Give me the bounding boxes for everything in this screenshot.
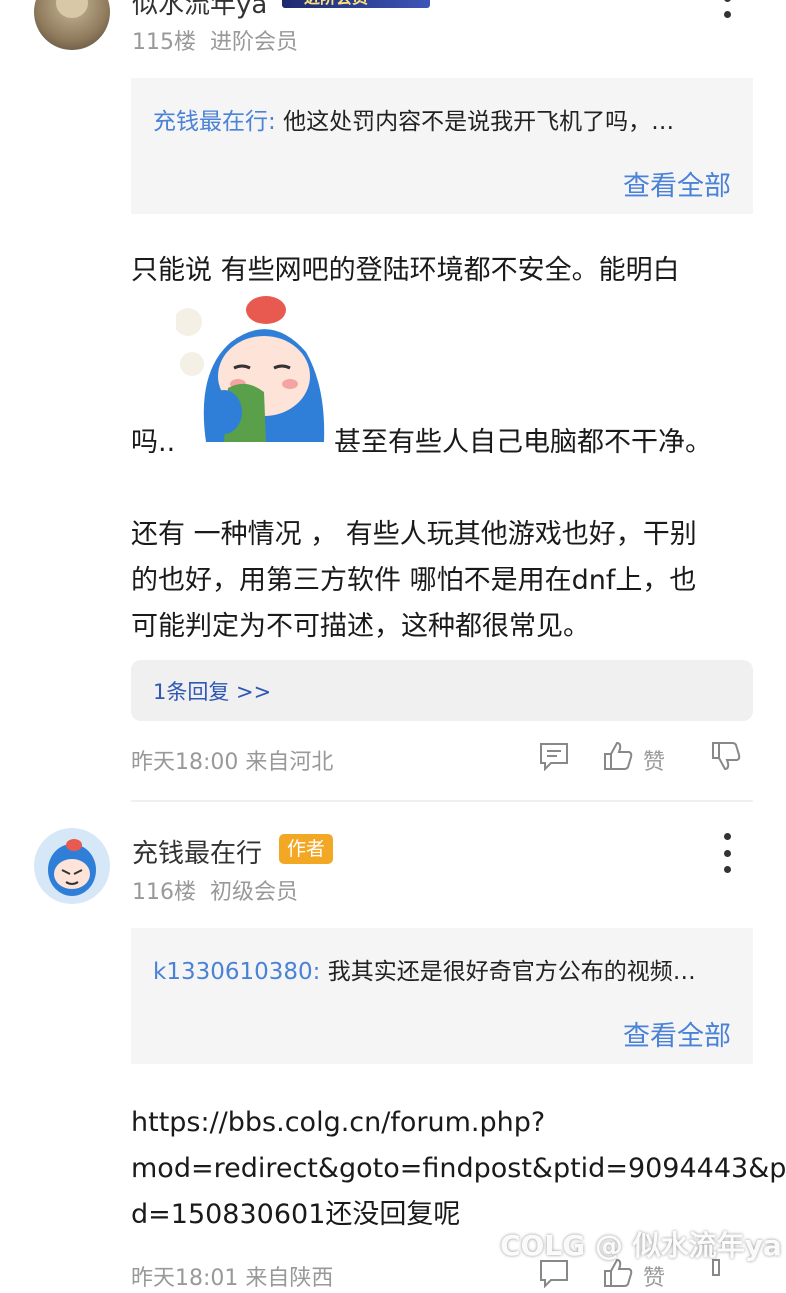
post-text-line: 甚至有些人自己电脑都不干净。 — [334, 427, 712, 458]
post-time-location: 昨天18:01 来自陕西 — [131, 1266, 334, 1291]
like-label[interactable]: 赞 — [643, 744, 665, 776]
quote-text: 他这处罚内容不是说我开飞机了吗，… — [283, 109, 675, 135]
more-options-icon[interactable] — [717, 0, 737, 18]
quote-text: 我其实还是很好奇官方公布的视频… — [327, 959, 696, 985]
quoted-reply[interactable]: k1330610380: 我其实还是很好奇官方公布的视频… 查看全部 — [131, 928, 753, 1064]
avatar[interactable] — [34, 0, 110, 50]
post-text-line[interactable]: https://bbs.colg.cn/forum.php? — [131, 1100, 771, 1146]
quote-username[interactable]: k1330610380: — [153, 959, 320, 985]
floor-number: 115楼 — [132, 30, 196, 55]
post-divider — [131, 800, 753, 802]
post-text-line: 吗.. — [131, 427, 176, 458]
quote-username[interactable]: 充钱最在行: — [153, 109, 276, 135]
more-options-icon[interactable] — [717, 833, 737, 873]
post-text-line: 的也好，用第三方软件 哪怕不是用在dnf上，也 — [131, 565, 697, 596]
username[interactable]: 充钱最在行 — [132, 833, 262, 870]
quote-line: 充钱最在行: 他这处罚内容不是说我开飞机了吗，… — [153, 102, 727, 136]
view-all-link[interactable]: 查看全部 — [623, 164, 731, 203]
comment-icon[interactable] — [538, 741, 570, 775]
like-label[interactable]: 赞 — [643, 1260, 665, 1292]
thumbs-up-icon[interactable] — [602, 740, 634, 776]
post-time-location: 昨天18:00 来自河北 — [131, 750, 334, 775]
watermark: COLG @ 似水流年ya — [500, 1229, 782, 1262]
quoted-reply[interactable]: 充钱最在行: 他这处罚内容不是说我开飞机了吗，… 查看全部 — [131, 78, 753, 214]
author-badge: 作者 — [279, 834, 334, 864]
post-text-line: 只能说 有些网吧的登陆环境都不安全。能明白 — [131, 255, 680, 286]
avatar[interactable] — [34, 828, 110, 904]
post-text-line: 还有 一种情况 ， 有些人玩其他游戏也好，干别 — [131, 519, 697, 550]
post-text-line: 可能判定为不可描述，这种都很常见。 — [131, 611, 590, 642]
floor-number: 116楼 — [132, 880, 196, 905]
post-content: https://bbs.colg.cn/forum.php? mod=redir… — [131, 1100, 786, 1238]
view-all-link[interactable]: 查看全部 — [623, 1014, 731, 1053]
floor-level: 115楼 进阶会员 — [132, 24, 298, 56]
post-content: 只能说 有些网吧的登陆环境都不安全。能明白 — [131, 248, 761, 294]
username[interactable]: 似水流年ya — [132, 0, 267, 21]
replies-link[interactable]: 1条回复 >> — [131, 660, 753, 721]
post-paragraph: 还有 一种情况 ， 有些人玩其他游戏也好，干别 的也好，用第三方软件 哪怕不是用… — [131, 512, 771, 650]
member-level: 初级会员 — [210, 880, 299, 905]
quote-line: k1330610380: 我其实还是很好奇官方公布的视频… — [153, 952, 727, 986]
post-text-line[interactable]: mod=redirect&goto=findpost&ptid=9094443&… — [131, 1146, 786, 1192]
replies-count[interactable]: 1条回复 >> — [153, 676, 271, 706]
title-badge: 进阶会员 — [282, 0, 430, 8]
floor-level: 116楼 初级会员 — [132, 874, 298, 906]
thumbs-down-icon[interactable] — [710, 740, 742, 776]
sticker-image — [174, 292, 328, 452]
member-level: 进阶会员 — [210, 30, 299, 55]
